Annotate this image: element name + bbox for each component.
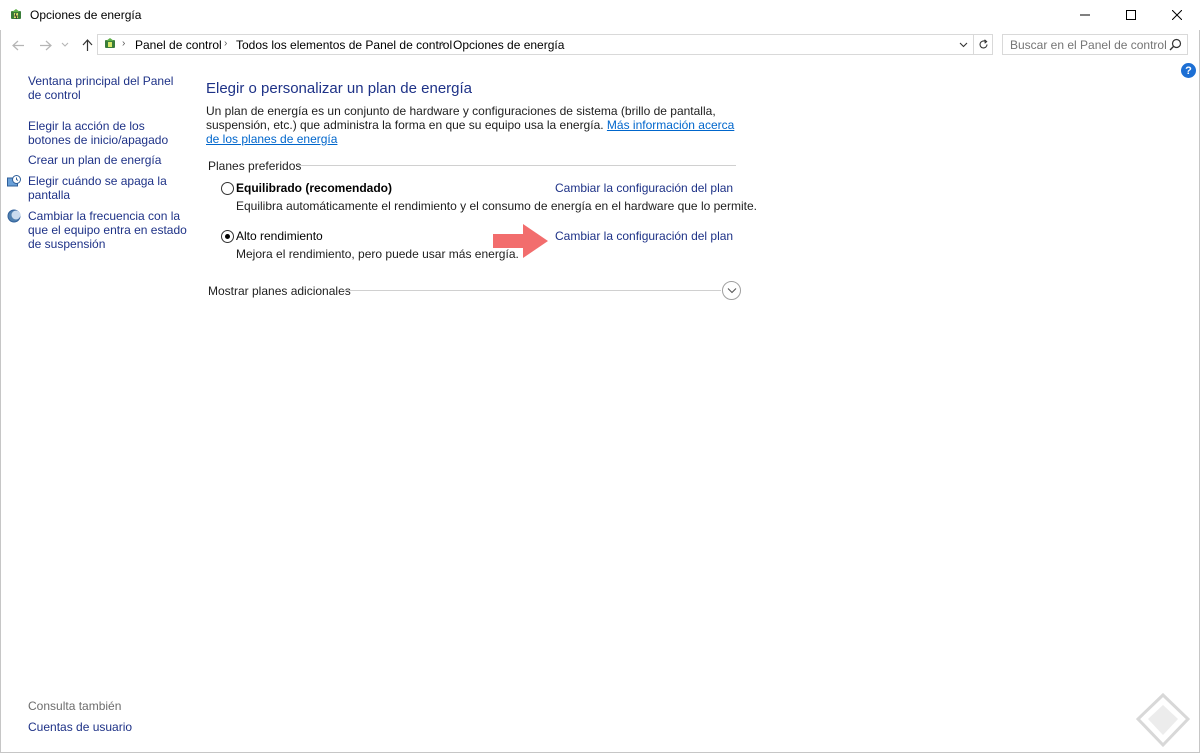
nav-link-control-panel-home[interactable]: Ventana principal del Panel de control [28, 74, 188, 102]
refresh-button[interactable] [973, 35, 992, 54]
back-button[interactable] [10, 37, 26, 53]
breadcrumb-control-panel[interactable]: Panel de control [135, 38, 222, 52]
nav-link-user-accounts[interactable]: Cuentas de usuario [28, 720, 132, 734]
close-icon [1172, 10, 1182, 20]
radio-balanced-plan[interactable] [221, 182, 234, 195]
change-plan-settings-link-balanced[interactable]: Cambiar la configuración del plan [555, 181, 733, 195]
breadcrumb-separator-icon[interactable]: › [224, 38, 227, 49]
divider [297, 165, 736, 166]
nav-link-sleep-frequency[interactable]: Cambiar la frecuencia con la que el equi… [28, 209, 188, 251]
radio-high-performance-plan[interactable] [221, 230, 234, 243]
arrow-left-icon [11, 40, 24, 50]
breadcrumb-all-items[interactable]: Todos los elementos de Panel de control [236, 38, 452, 52]
arrow-right-icon [39, 40, 52, 50]
red-arrow-icon [493, 224, 548, 258]
expand-additional-plans-button[interactable] [722, 281, 741, 300]
plan-name-high-performance[interactable]: Alto rendimiento [236, 229, 323, 243]
nav-link-power-buttons[interactable]: Elegir la acción de los botones de inici… [28, 119, 188, 147]
sleep-moon-icon [7, 209, 21, 223]
address-history-button[interactable] [955, 36, 972, 53]
help-icon: ? [1185, 64, 1192, 77]
intro-paragraph: Un plan de energía es un conjunto de har… [206, 104, 736, 146]
up-button[interactable] [79, 37, 95, 53]
refresh-icon [978, 39, 988, 49]
plan-description-balanced: Equilibra automáticamente el rendimiento… [236, 199, 757, 213]
maximize-button[interactable] [1108, 0, 1154, 30]
nav-link-display-off[interactable]: Elegir cuándo se apaga la pantalla [28, 174, 188, 202]
plan-description-high-performance: Mejora el rendimiento, pero puede usar m… [236, 247, 519, 261]
recent-locations-button[interactable] [60, 37, 70, 53]
power-options-icon [105, 38, 115, 48]
search-box[interactable] [1002, 34, 1188, 55]
page-title: Elegir o personalizar un plan de energía [206, 80, 473, 97]
display-clock-icon [7, 175, 21, 187]
chevron-down-icon [959, 42, 968, 47]
minimize-icon [1080, 14, 1090, 16]
title-bar: Opciones de energía [0, 0, 1200, 30]
preferred-plans-heading: Planes preferidos [208, 159, 302, 173]
breadcrumb-separator-icon: › [122, 38, 126, 49]
chevron-down-icon [727, 288, 736, 294]
watermark-logo-icon [1135, 692, 1191, 748]
see-also-heading: Consulta también [28, 699, 122, 713]
change-plan-settings-link-high-performance[interactable]: Cambiar la configuración del plan [555, 229, 733, 243]
maximize-icon [1126, 10, 1136, 20]
search-icon[interactable] [1169, 38, 1182, 51]
forward-button[interactable] [37, 37, 53, 53]
breadcrumb-power-options[interactable]: Opciones de energía [453, 38, 564, 52]
close-button[interactable] [1154, 0, 1200, 30]
chevron-down-icon [61, 42, 69, 47]
plan-name-balanced[interactable]: Equilibrado (recomendado) [236, 181, 392, 195]
search-input[interactable] [1003, 35, 1167, 54]
divider [343, 290, 721, 291]
arrow-up-icon [82, 38, 92, 51]
window-title: Opciones de energía [30, 8, 142, 22]
show-additional-plans-label[interactable]: Mostrar planes adicionales [208, 284, 351, 298]
minimize-button[interactable] [1062, 0, 1108, 30]
nav-link-create-plan[interactable]: Crear un plan de energía [28, 153, 188, 167]
breadcrumb-separator-icon[interactable]: › [441, 38, 444, 49]
help-button[interactable]: ? [1181, 63, 1196, 78]
power-options-icon [11, 9, 21, 20]
